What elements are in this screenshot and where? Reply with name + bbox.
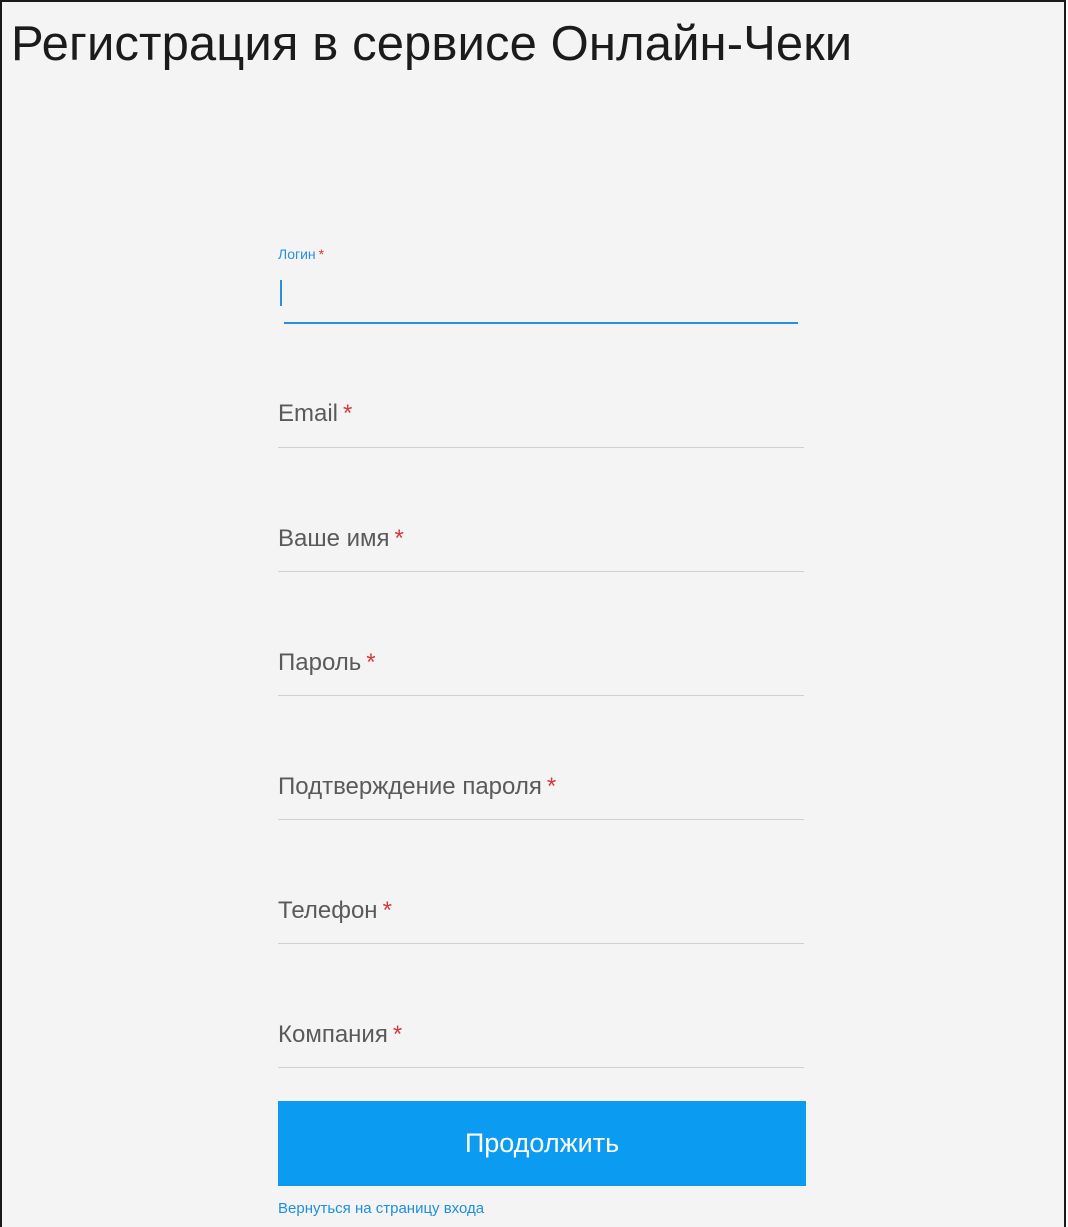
name-underline <box>278 571 804 572</box>
email-label: Email * <box>278 400 352 428</box>
password-confirm-label: Подтверждение пароля * <box>278 773 556 801</box>
password-confirm-field[interactable]: Подтверждение пароля * <box>278 765 804 825</box>
registration-page: Регистрация в сервисе Онлайн-Чеки Логин *… <box>0 0 1066 1227</box>
required-mark: * <box>392 1021 403 1048</box>
email-field[interactable]: Email * <box>278 392 804 452</box>
company-label-text: Компания <box>278 1021 388 1048</box>
login-label-text: Логин <box>278 246 316 262</box>
company-underline <box>278 1067 804 1068</box>
password-field[interactable]: Пароль * <box>278 641 804 701</box>
required-mark: * <box>318 246 325 262</box>
phone-field[interactable]: Телефон * <box>278 889 804 949</box>
continue-button[interactable]: Продолжить <box>278 1101 806 1186</box>
required-mark: * <box>366 649 376 676</box>
text-caret <box>280 280 282 306</box>
login-field[interactable]: Логин * <box>278 240 804 330</box>
password-label: Пароль * <box>278 649 376 677</box>
required-mark: * <box>394 525 404 552</box>
required-mark: * <box>546 773 557 800</box>
page-title: Регистрация в сервисе Онлайн-Чеки <box>11 17 853 71</box>
company-field[interactable]: Компания * <box>278 1013 804 1073</box>
password-underline <box>278 695 804 696</box>
login-underline <box>284 322 798 324</box>
company-label: Компания * <box>278 1021 402 1049</box>
phone-label-text: Телефон <box>278 897 378 924</box>
back-to-login-link[interactable]: Вернуться на страницу входа <box>278 1200 484 1217</box>
password-confirm-label-text: Подтверждение пароля <box>278 773 542 800</box>
required-mark: * <box>382 897 392 924</box>
phone-label: Телефон * <box>278 897 392 925</box>
email-label-text: Email <box>278 400 339 427</box>
email-underline <box>278 447 804 448</box>
required-mark: * <box>343 400 353 427</box>
password-label-text: Пароль <box>278 649 362 676</box>
name-field[interactable]: Ваше имя * <box>278 517 804 577</box>
login-label: Логин * <box>278 246 324 262</box>
phone-underline <box>278 943 804 944</box>
password-confirm-underline <box>278 819 804 820</box>
name-label-text: Ваше имя <box>278 525 390 552</box>
name-label: Ваше имя * <box>278 525 404 553</box>
